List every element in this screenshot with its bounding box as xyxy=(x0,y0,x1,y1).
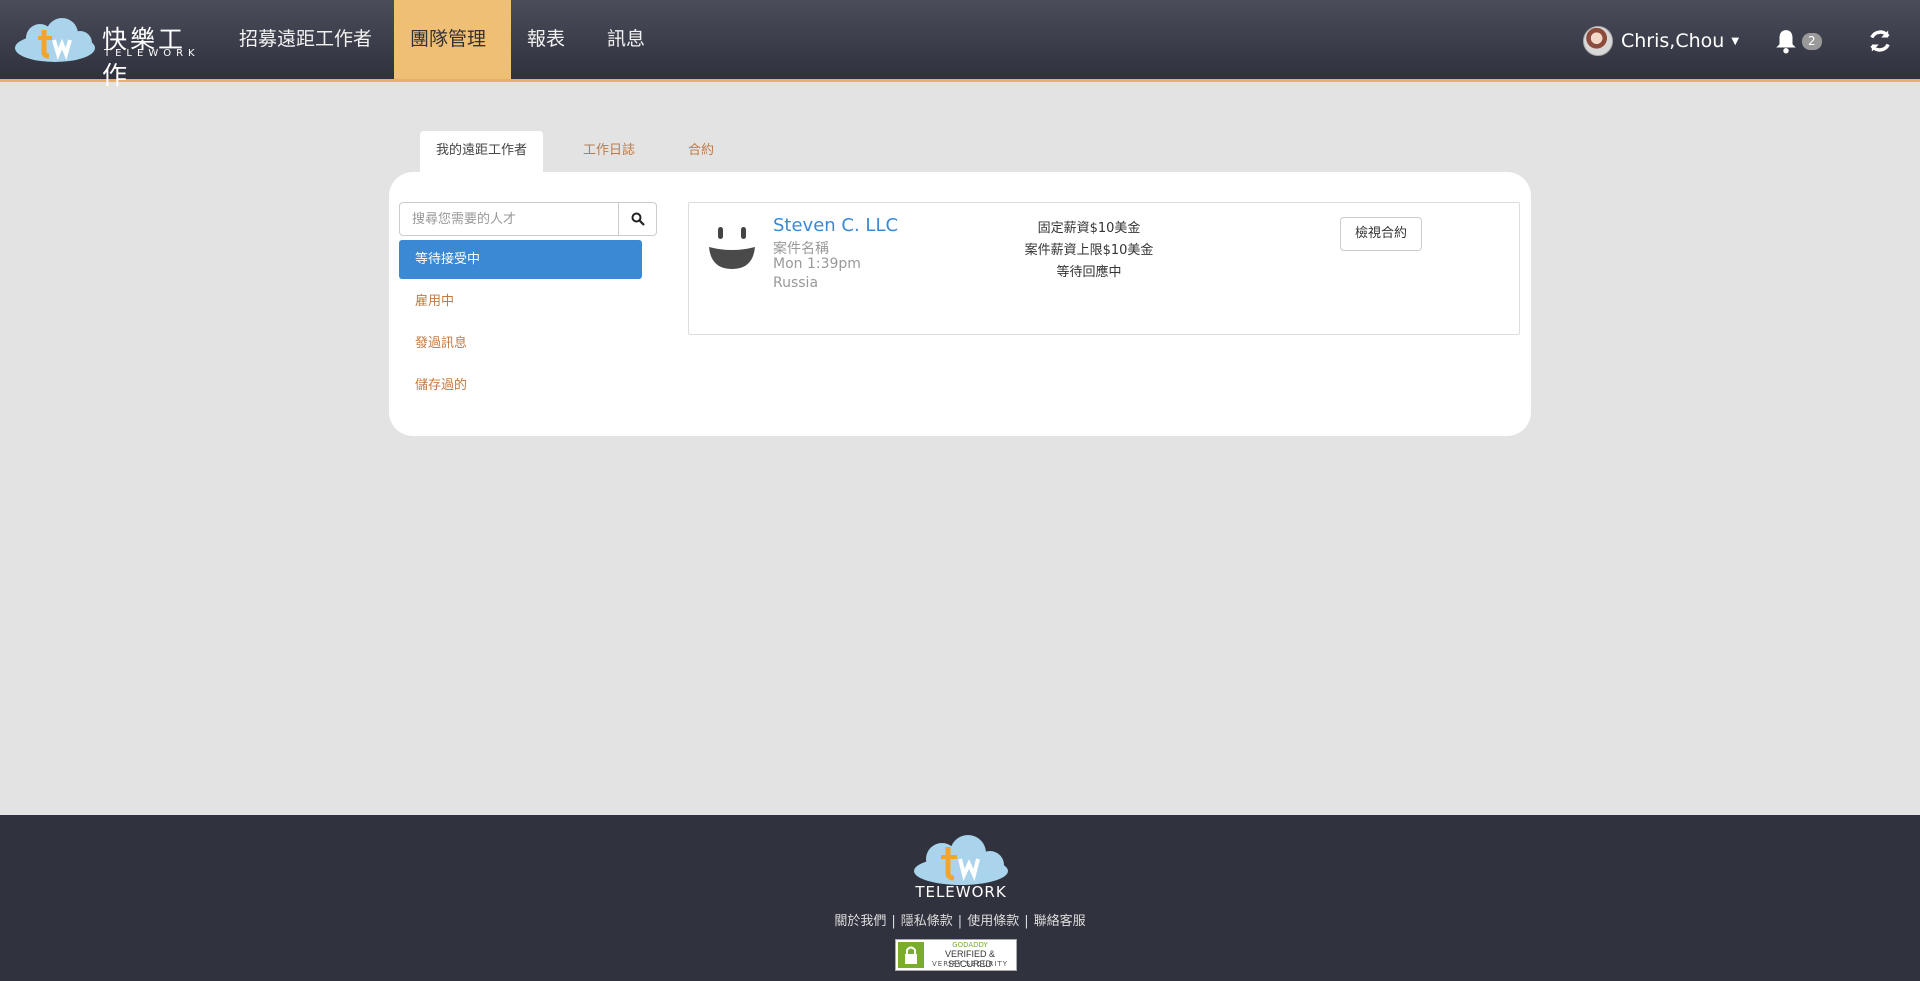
refresh-icon[interactable] xyxy=(1866,27,1894,55)
separator: | xyxy=(957,914,963,929)
security-seal[interactable]: GODADDY VERIFIED & SECURED VERIFY SECURI… xyxy=(895,939,1017,971)
site-logo[interactable]: 快樂工作 TELEWORK xyxy=(14,18,204,90)
search-button[interactable] xyxy=(619,202,657,236)
notification-badge: 2 xyxy=(1802,33,1822,50)
status-text: 等待回應中 xyxy=(1056,265,1122,280)
nav-reports[interactable]: 報表 xyxy=(511,0,581,79)
caret-down-icon: ▼ xyxy=(1731,35,1740,47)
project-name: 案件名稱 xyxy=(773,241,829,257)
separator: | xyxy=(891,914,896,929)
search-box xyxy=(399,202,657,236)
footer-cloud-logo-icon xyxy=(914,835,1008,885)
fixed-pay: 固定薪資$10美金 xyxy=(1037,221,1141,236)
worker-card: Steven C. LLC 案件名稱 Mon 1:39pm Russia 固定薪… xyxy=(688,202,1520,335)
user-name: Chris,Chou xyxy=(1621,30,1725,52)
avatar xyxy=(1583,26,1613,56)
lock-icon xyxy=(898,942,924,968)
top-navbar: 快樂工作 TELEWORK 招募遠距工作者 團隊管理 報表 訊息 Chris,C… xyxy=(0,0,1920,90)
search-input[interactable] xyxy=(399,202,619,236)
bell-icon[interactable] xyxy=(1773,28,1799,54)
cloud-logo-icon xyxy=(15,18,95,62)
footer: TELEWORK 關於我們 | 隱私條款 | 使用條款 | 聯絡客服 GODADDY VER… xyxy=(0,815,1920,981)
contract-terms: 固定薪資$10美金 案件薪資上限$10美金 等待回應中 xyxy=(1009,218,1169,284)
search-icon xyxy=(631,212,645,226)
filter-pending-acceptance[interactable]: 等待接受中 xyxy=(399,240,642,279)
footer-link-privacy[interactable]: 隱私條款 xyxy=(901,914,953,929)
tab-work-log[interactable]: 工作日誌 xyxy=(567,131,651,173)
filter-saved[interactable]: 儲存過的 xyxy=(399,366,642,405)
timestamp: Mon 1:39pm xyxy=(773,256,861,272)
worker-name-link[interactable]: Steven C. LLC xyxy=(773,215,898,236)
filter-hired[interactable]: 雇用中 xyxy=(399,282,642,321)
footer-link-terms[interactable]: 使用條款 xyxy=(967,914,1019,929)
nav-recruit[interactable]: 招募遠距工作者 xyxy=(223,0,388,79)
main-panel: 等待接受中 雇用中 發過訊息 儲存過的 Steven C. LLC 案件名稱 M… xyxy=(389,172,1531,436)
view-contract-button[interactable]: 檢視合約 xyxy=(1340,217,1422,251)
filter-messaged[interactable]: 發過訊息 xyxy=(399,324,642,363)
pay-cap: 案件薪資上限$10美金 xyxy=(1024,243,1154,258)
smiley-avatar-icon xyxy=(709,227,755,269)
logo-english-text: TELEWORK xyxy=(104,48,200,59)
footer-link-support[interactable]: 聯絡客服 xyxy=(1034,914,1086,929)
footer-links: 關於我們 | 隱私條款 | 使用條款 | 聯絡客服 xyxy=(0,910,1920,929)
worker-location: Russia xyxy=(773,275,819,291)
tab-my-remote-workers[interactable]: 我的遠距工作者 xyxy=(420,131,544,173)
nav-messages[interactable]: 訊息 xyxy=(591,0,661,79)
nav-team-management[interactable]: 團隊管理 xyxy=(394,0,511,79)
footer-link-about[interactable]: 關於我們 xyxy=(834,914,886,929)
user-menu[interactable]: Chris,Chou ▼ xyxy=(1583,26,1739,56)
seal-sub-text: VERIFY SECURITY xyxy=(931,960,1009,968)
separator: | xyxy=(1024,914,1029,929)
tab-contracts[interactable]: 合約 xyxy=(672,131,730,173)
footer-logo-text: TELEWORK xyxy=(915,883,1007,901)
seal-brand: GODADDY xyxy=(952,941,988,949)
